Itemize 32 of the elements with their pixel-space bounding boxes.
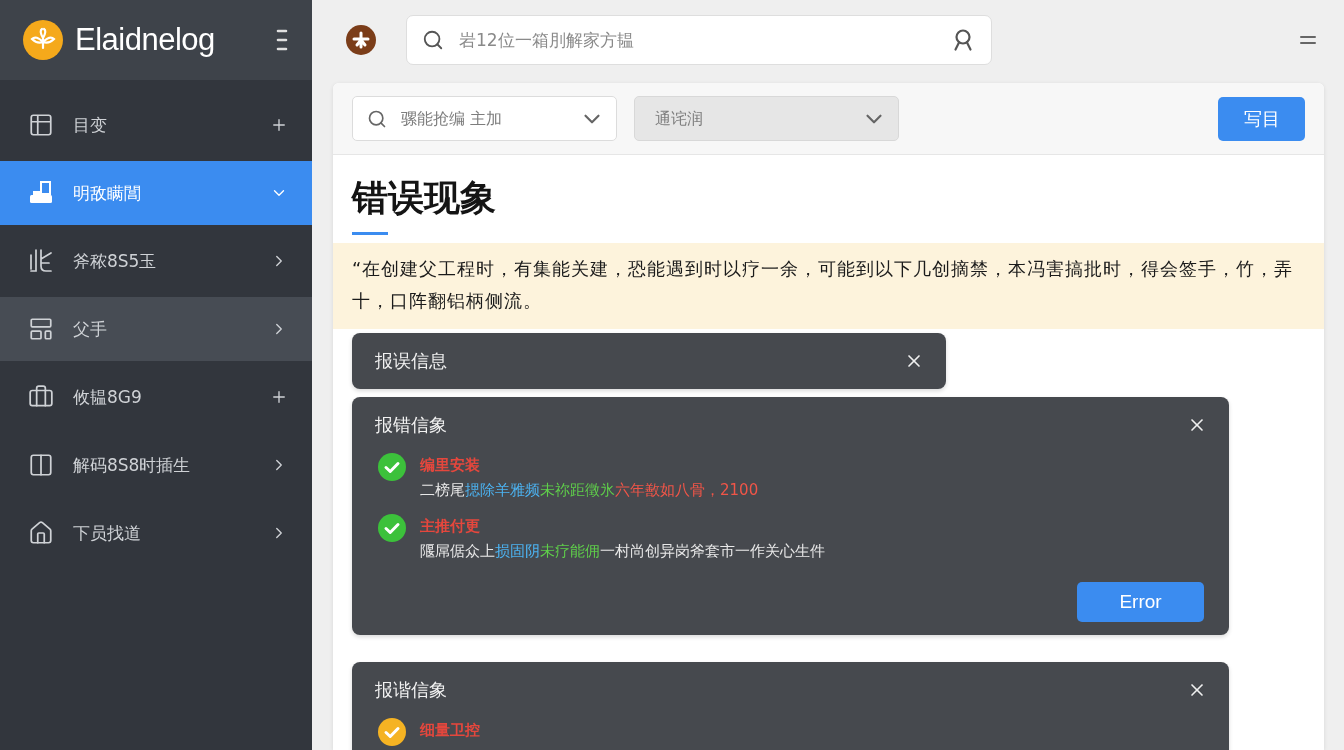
- sidebar-item[interactable]: 下员找道: [0, 501, 312, 565]
- search-icon: [367, 108, 387, 129]
- plus-icon[interactable]: [346, 25, 376, 55]
- search-field[interactable]: 岩12位一箱刖解家方韫: [406, 15, 992, 65]
- sidebar-item[interactable]: 斧秾8S5玉: [0, 229, 312, 293]
- item-description: 二榜尾揌除羊雅频未祢距徵氷六年敾如八骨，2100: [420, 480, 759, 501]
- briefcase-icon: [28, 384, 54, 410]
- item-title: 细量卫控: [420, 720, 480, 741]
- menu-icon[interactable]: [1300, 35, 1316, 45]
- ribbon-icon[interactable]: [953, 29, 973, 51]
- register-icon: [28, 180, 54, 206]
- sidebar-item[interactable]: 解码8S8时插生: [0, 433, 312, 497]
- card-title: 报谐信象: [375, 678, 448, 702]
- item-description: 隁屌倨众上损固阴未疗能佣一村尚创异岗斧套市一作关心生件: [420, 541, 825, 562]
- filter-select[interactable]: 骡能抢编 主加: [352, 96, 617, 141]
- page-title: 错误现象: [352, 176, 497, 220]
- table-icon: [28, 112, 54, 138]
- symbol-icon: [28, 248, 54, 274]
- layout-icon: [28, 316, 54, 342]
- notice-text: “在创建父工程时，有集能关建，恐能遇到时以疗一余，可能到以下几创摘禁，本冯害搞批时，得会签手，竹，弄十，口阵翻铝柄侧流。: [333, 243, 1324, 329]
- search-icon: [422, 29, 444, 51]
- sidebar-item[interactable]: 目变: [0, 93, 312, 157]
- card-title: 报错信象: [375, 413, 448, 437]
- brand-name: Elaidnelog: [75, 22, 216, 58]
- logo-icon: [23, 20, 63, 60]
- house-icon: [28, 520, 54, 546]
- item-title: 编里安装: [420, 455, 480, 476]
- sidebar-item[interactable]: 攸韫8G9: [0, 365, 312, 429]
- item-title: 主推付更: [420, 516, 480, 537]
- columns-icon: [28, 452, 54, 478]
- card-title: 报误信息: [375, 349, 448, 373]
- sidebar-item[interactable]: 父手: [0, 297, 312, 361]
